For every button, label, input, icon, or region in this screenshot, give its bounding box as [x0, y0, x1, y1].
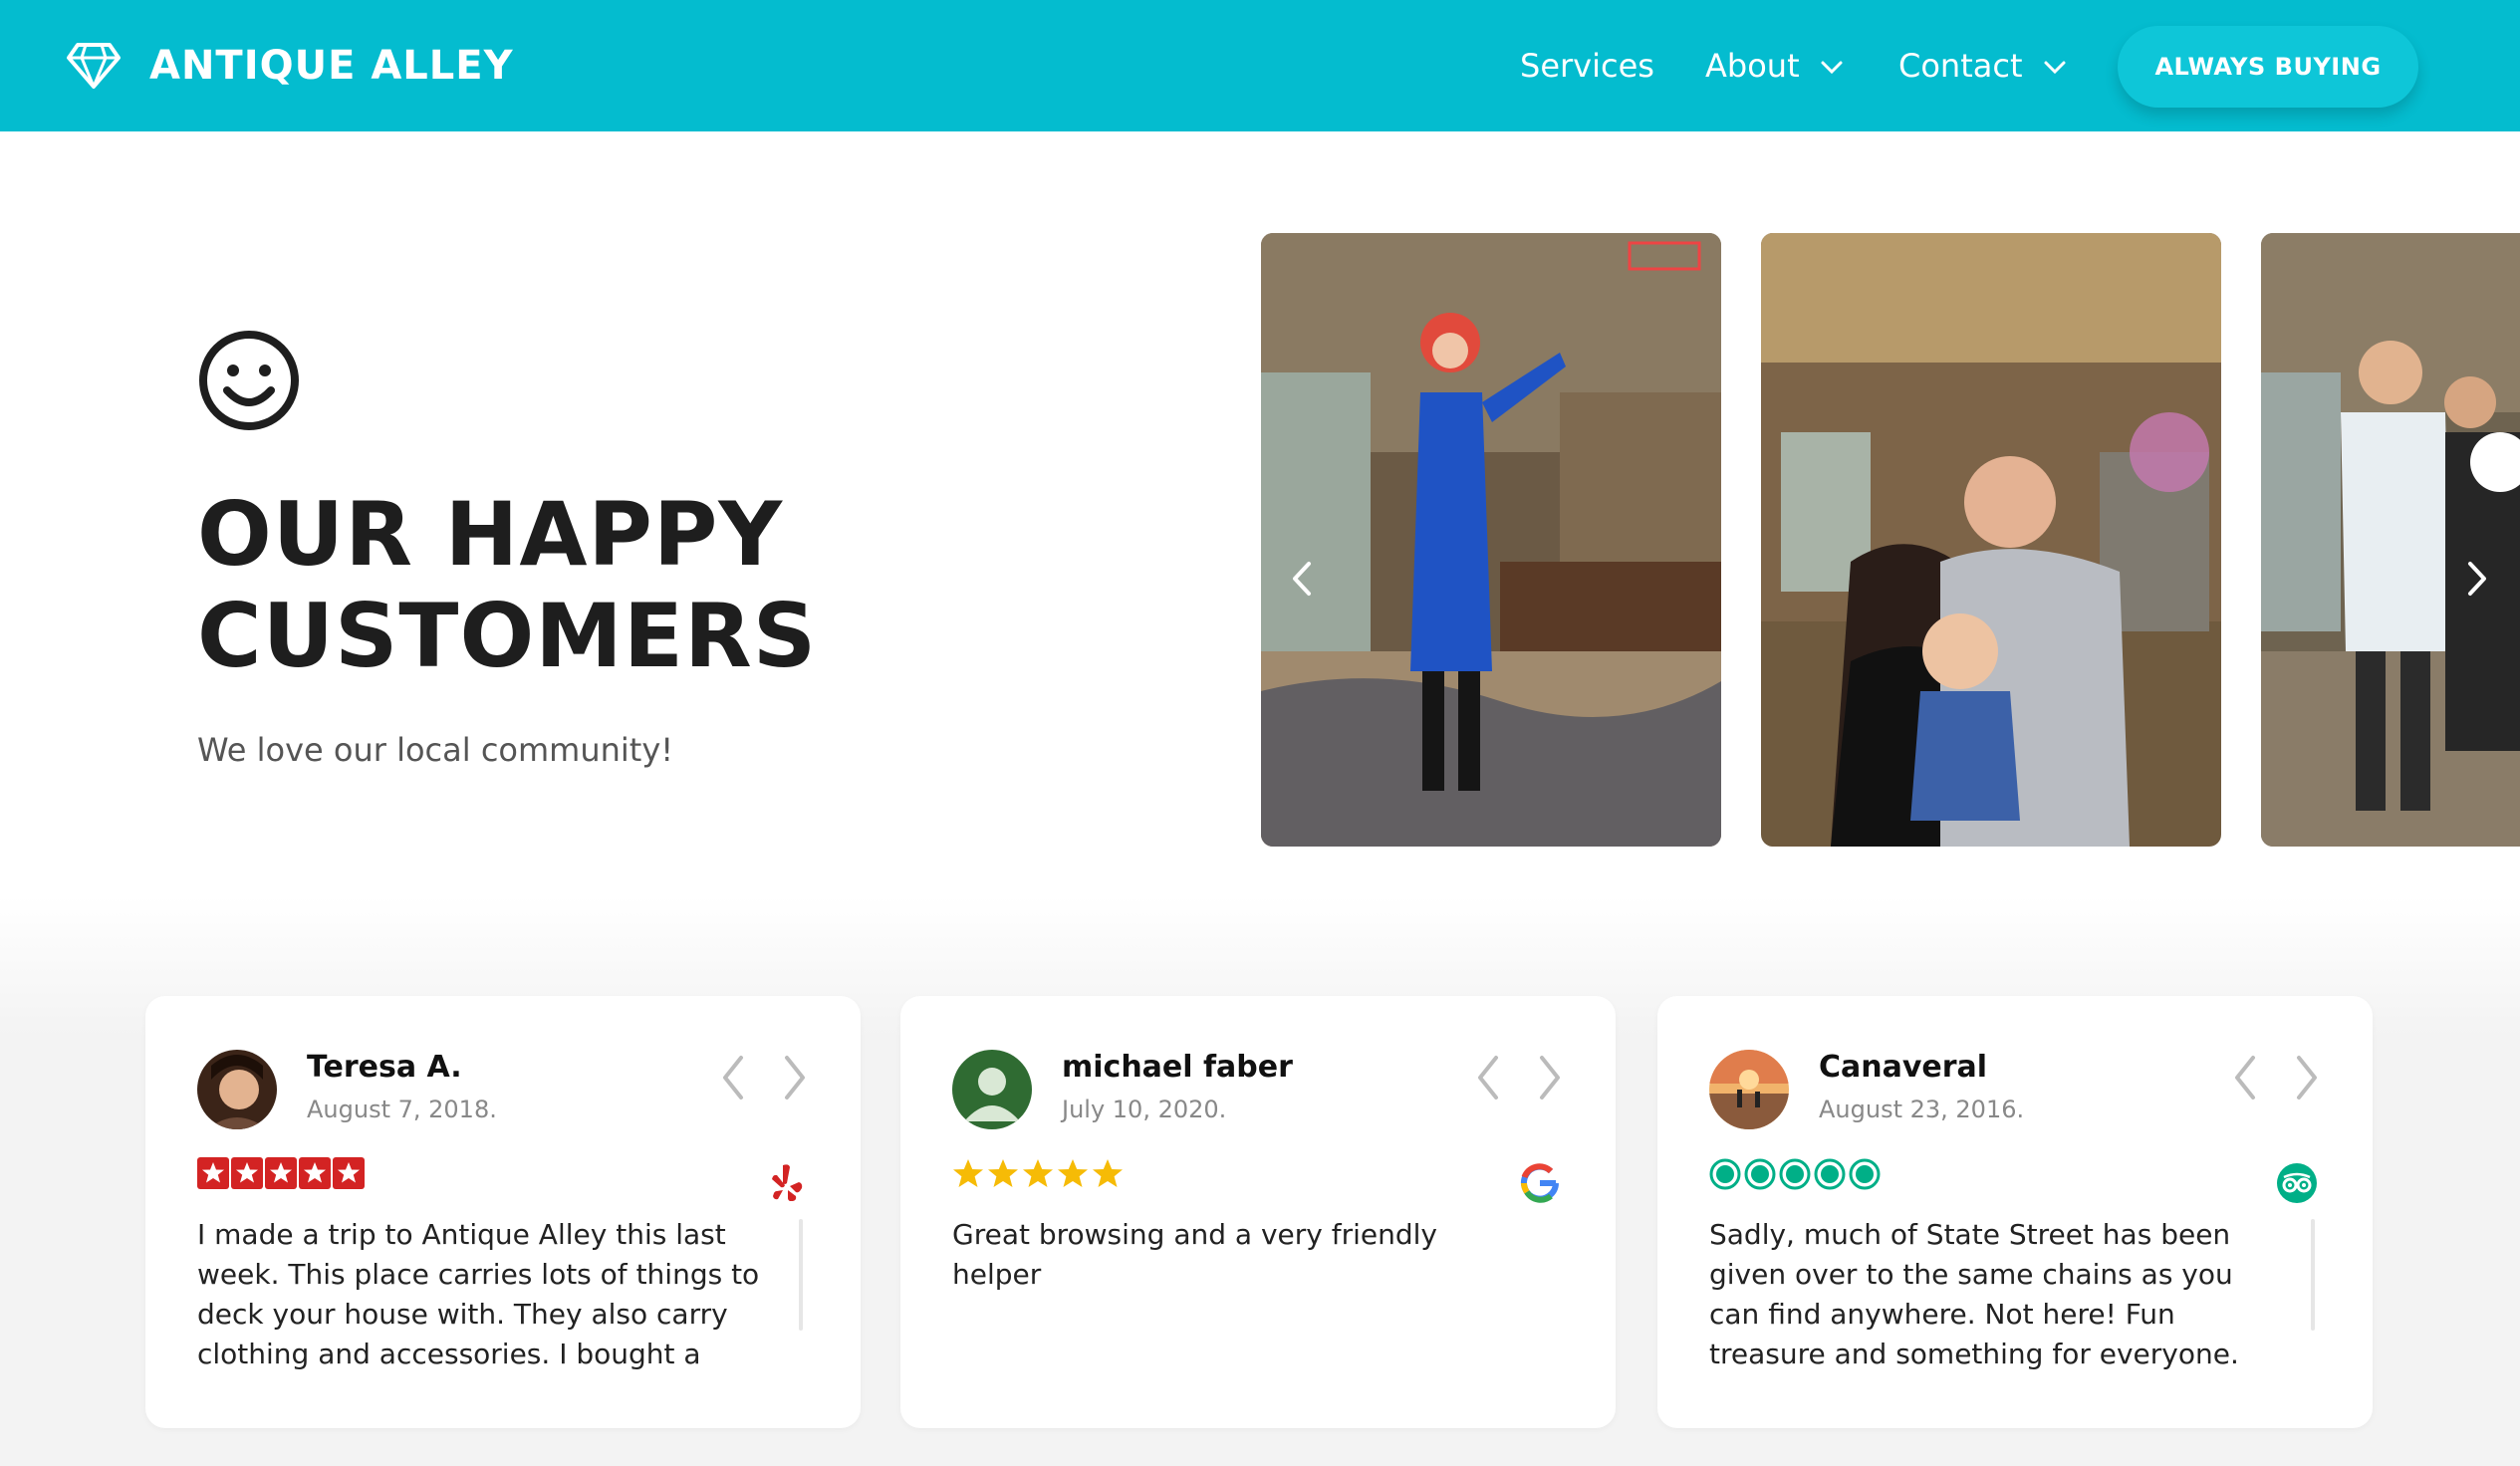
customer-photo-3-image — [2261, 233, 2520, 847]
diamond-icon — [67, 43, 121, 89]
review-scrollbar[interactable] — [2311, 1219, 2315, 1331]
reviewer-name: Teresa A. — [307, 1050, 462, 1085]
customer-photo-1-image — [1261, 233, 1721, 847]
page-title-line-2: CUSTOMERS — [197, 585, 818, 687]
review-date: July 10, 2020. — [1062, 1096, 1227, 1123]
tripadvisor-icon — [2277, 1163, 2317, 1203]
nav-contact-label: Contact — [1898, 47, 2023, 85]
top-navigation-bar: ANTIQUE ALLEY Services About Contact ALW… — [0, 0, 2520, 131]
review-card: michael faber July 10, 2020. Great brows… — [900, 996, 1616, 1428]
review-text: Sadly, much of State Street has been giv… — [1709, 1218, 2239, 1378]
carousel-prev-icon[interactable] — [1285, 554, 1319, 604]
reviewer-name: Canaveral — [1819, 1050, 1988, 1085]
google-star-rating — [953, 1159, 1123, 1187]
nav-services-label: Services — [1520, 47, 1654, 85]
avatar — [952, 1050, 1032, 1129]
avatar — [197, 1050, 277, 1129]
review-card: Canaveral August 23, 2016. Sadly, much o… — [1657, 996, 2373, 1428]
review-card: Teresa A. August 7, 2018. I made a trip … — [145, 996, 861, 1428]
nav-contact[interactable]: Contact — [1898, 40, 2067, 92]
page-title-line-1: OUR HAPPY — [197, 483, 784, 586]
review-next-icon[interactable] — [2291, 1052, 2323, 1103]
customer-photo-3[interactable] — [2261, 233, 2520, 847]
chevron-down-icon — [1821, 61, 1843, 75]
google-icon — [1521, 1163, 1559, 1203]
carousel-next-icon[interactable] — [2460, 554, 2494, 604]
smiley-icon — [199, 331, 299, 430]
chevron-down-icon — [2044, 61, 2065, 75]
nav-services[interactable]: Services — [1520, 40, 1654, 92]
reviewer-name: michael faber — [1062, 1050, 1293, 1085]
yelp-star-rating — [197, 1157, 365, 1189]
review-text: I made a trip to Antique Alley this last… — [197, 1218, 760, 1378]
nav-about[interactable]: About — [1705, 40, 1844, 92]
review-prev-icon[interactable] — [717, 1052, 749, 1103]
review-prev-icon[interactable] — [1472, 1052, 1504, 1103]
avatar — [1709, 1050, 1789, 1129]
review-next-icon[interactable] — [779, 1052, 811, 1103]
yelp-icon — [772, 1164, 803, 1201]
hero-subtitle: We love our local community! — [197, 731, 674, 769]
nav-about-label: About — [1705, 47, 1800, 85]
page-title: OUR HAPPY CUSTOMERS — [197, 484, 1094, 687]
review-date: August 23, 2016. — [1819, 1096, 2025, 1123]
customer-photo-2[interactable] — [1761, 233, 2221, 847]
customer-photo-1[interactable] — [1261, 233, 1721, 847]
review-next-icon[interactable] — [1534, 1052, 1566, 1103]
customer-photo-2-image — [1761, 233, 2221, 847]
brand-name: ANTIQUE ALLEY — [149, 43, 514, 89]
review-text: Great browsing and a very friendly helpe… — [952, 1218, 1438, 1291]
review-scrollbar[interactable] — [799, 1219, 803, 1331]
review-date: August 7, 2018. — [307, 1096, 497, 1123]
brand-logo[interactable]: ANTIQUE ALLEY — [66, 38, 514, 94]
review-prev-icon[interactable] — [2229, 1052, 2261, 1103]
always-buying-button[interactable]: ALWAYS BUYING — [2118, 26, 2418, 108]
tripadvisor-bubble-rating — [1709, 1158, 1881, 1190]
